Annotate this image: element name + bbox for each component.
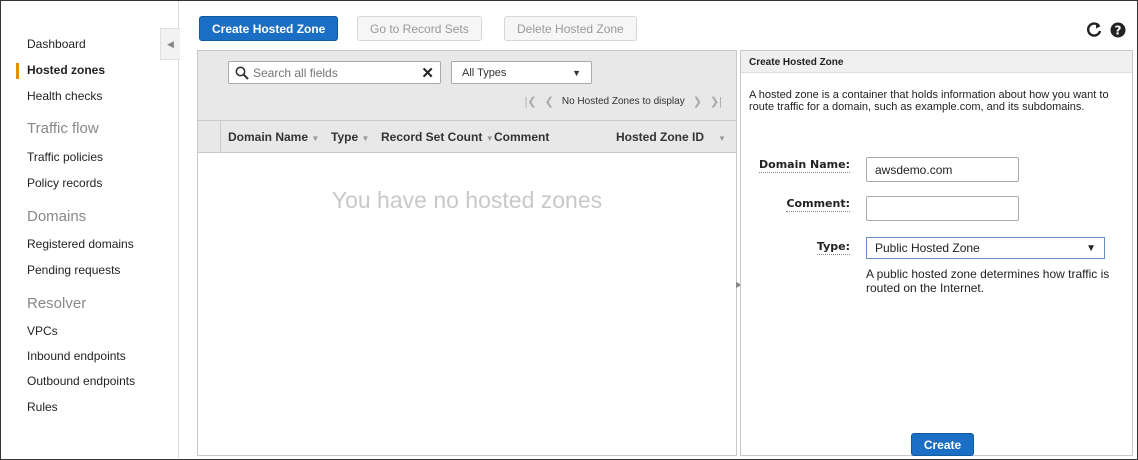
first-page-icon[interactable]: |❮	[525, 95, 537, 108]
empty-state-message: You have no hosted zones	[331, 187, 603, 213]
delete-hosted-zone-button[interactable]: Delete Hosted Zone	[504, 16, 637, 41]
go-to-record-sets-button[interactable]: Go to Record Sets	[357, 16, 482, 41]
table-header: Domain Name ▼ Type ▼ Record Set Count ▼ …	[198, 121, 736, 153]
sidebar: Dashboard Hosted zones Health checks Tra…	[1, 1, 179, 458]
comment-field[interactable]	[866, 196, 1019, 221]
help-icon[interactable]: ?	[1110, 22, 1126, 43]
column-divider	[220, 121, 221, 153]
svg-text:?: ?	[1115, 24, 1122, 38]
chevron-left-icon: ◀	[167, 38, 174, 49]
next-page-icon[interactable]: ❯	[693, 95, 702, 108]
search-box[interactable]: ✕	[228, 61, 441, 84]
sort-icon: ▼	[485, 134, 494, 143]
filter-bar: ✕ All Types ▼ |❮ ❮ No Hosted Zones to di…	[198, 51, 736, 121]
last-page-icon[interactable]: ❯|	[710, 95, 722, 108]
column-comment[interactable]: Comment	[494, 130, 549, 144]
refresh-icon[interactable]	[1086, 22, 1102, 43]
pager-status: No Hosted Zones to display	[561, 96, 685, 107]
panel-description: A hosted zone is a container that holds …	[749, 89, 1109, 113]
chevron-down-icon: ▼	[1086, 242, 1096, 254]
sidebar-item-pending-requests[interactable]: Pending requests	[27, 263, 120, 277]
create-button[interactable]: Create	[911, 433, 974, 456]
sidebar-item-hosted-zones[interactable]: Hosted zones	[27, 63, 105, 77]
column-record-set-count[interactable]: Record Set Count ▼	[381, 130, 494, 144]
sidebar-item-rules[interactable]: Rules	[27, 400, 58, 414]
clear-search-icon[interactable]: ✕	[421, 64, 434, 82]
collapse-sidebar-button[interactable]: ◀	[160, 28, 180, 60]
domain-name-label: Domain Name:	[759, 158, 850, 173]
create-hosted-zone-button[interactable]: Create Hosted Zone	[199, 16, 339, 41]
sort-icon: ▼	[311, 134, 320, 143]
sidebar-item-outbound-endpoints[interactable]: Outbound endpoints	[27, 374, 135, 388]
sidebar-section-traffic-flow: Traffic flow	[27, 120, 99, 137]
column-domain-name[interactable]: Domain Name ▼	[228, 130, 319, 144]
sidebar-section-resolver: Resolver	[27, 295, 87, 312]
active-indicator	[16, 63, 19, 79]
zone-type-help: A public hosted zone determines how traf…	[866, 267, 1110, 295]
column-hosted-zone-id[interactable]: Hosted Zone ID	[616, 130, 704, 144]
create-hosted-zone-panel: Create Hosted Zone A hosted zone is a co…	[740, 50, 1133, 456]
panel-title: Create Hosted Zone	[741, 51, 1132, 73]
pagination: |❮ ❮ No Hosted Zones to display ❯ ❯|	[525, 95, 722, 108]
sidebar-item-registered-domains[interactable]: Registered domains	[27, 237, 134, 251]
sort-icon: ▼	[361, 134, 370, 143]
sidebar-item-inbound-endpoints[interactable]: Inbound endpoints	[27, 349, 126, 363]
domain-name-field[interactable]	[866, 157, 1019, 182]
sidebar-item-traffic-policies[interactable]: Traffic policies	[27, 150, 103, 164]
search-input[interactable]	[253, 65, 418, 80]
sidebar-item-vpcs[interactable]: VPCs	[27, 324, 58, 338]
zone-type-value: Public Hosted Zone	[875, 241, 980, 255]
type-filter-value: All Types	[462, 66, 507, 79]
column-type[interactable]: Type ▼	[331, 130, 369, 144]
sidebar-section-domains: Domains	[27, 208, 87, 225]
column-menu-icon[interactable]: ▼	[718, 130, 726, 144]
column-label: Record Set Count	[381, 130, 483, 144]
prev-page-icon[interactable]: ❮	[545, 95, 554, 108]
sidebar-item-dashboard[interactable]: Dashboard	[27, 37, 86, 51]
search-icon	[235, 66, 249, 80]
chevron-down-icon: ▼	[572, 67, 581, 78]
sidebar-item-health-checks[interactable]: Health checks	[27, 89, 102, 103]
sidebar-item-policy-records[interactable]: Policy records	[27, 176, 102, 190]
comment-label: Comment:	[786, 197, 850, 212]
type-filter-select[interactable]: All Types ▼	[451, 61, 592, 84]
column-label: Type	[331, 130, 359, 144]
column-label: Domain Name	[228, 130, 309, 144]
type-label: Type:	[816, 240, 850, 255]
zone-type-select[interactable]: Public Hosted Zone ▼	[866, 237, 1105, 259]
hosted-zones-list-panel: ✕ All Types ▼ |❮ ❮ No Hosted Zones to di…	[197, 50, 737, 456]
panel-splitter[interactable]: ▶	[736, 280, 742, 290]
